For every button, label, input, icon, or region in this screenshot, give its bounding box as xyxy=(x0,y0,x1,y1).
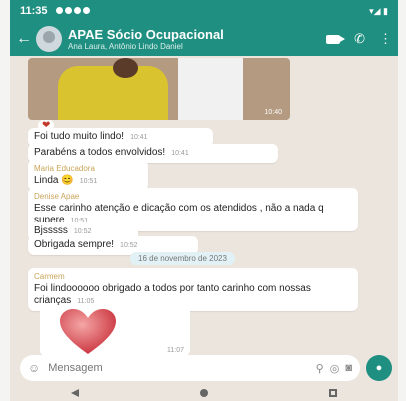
message-sender: Denise Apae xyxy=(34,192,80,201)
heart-sticker-icon xyxy=(60,309,116,354)
group-avatar[interactable] xyxy=(36,26,62,52)
message-sender: Maria Educadora xyxy=(34,164,95,173)
group-members: Ana Laura, Antônio Lindo Daniel xyxy=(68,42,183,51)
message-text: Parabéns a todos envolvidos! xyxy=(34,147,166,158)
message-time: 11:05 xyxy=(77,298,95,305)
message-text: Bjsssss xyxy=(34,225,68,236)
emoji-icon[interactable]: ☺ xyxy=(28,361,40,375)
photo-person-white xyxy=(178,58,243,120)
photo-person-yellow xyxy=(58,66,168,120)
message-composer[interactable]: ☺ ⚲ ◎ ◙ xyxy=(20,355,360,381)
nav-back-icon[interactable] xyxy=(70,388,79,397)
message-text: Foi lindoooooo obrigado a todos por tant… xyxy=(34,283,311,306)
system-nav-bar xyxy=(10,384,398,401)
date-separator: 16 de novembro de 2023 xyxy=(130,252,235,265)
message-sender: Carmem xyxy=(34,272,65,281)
sticker-message[interactable]: 11:07 xyxy=(40,306,190,356)
notification-icons xyxy=(55,5,92,17)
camera-icon[interactable]: ◙ xyxy=(345,362,352,374)
message-time: 10:52 xyxy=(73,228,92,235)
message-time: 10:41 xyxy=(171,150,189,157)
image-timestamp: 10:40 xyxy=(264,109,282,116)
message-text: Foi tudo muito lindo! xyxy=(34,131,125,142)
photo-hand xyxy=(113,58,138,78)
chat-title-block[interactable]: APAE Sócio Ocupacional Ana Laura, Antôni… xyxy=(68,27,326,51)
video-call-icon[interactable] xyxy=(326,34,346,44)
microphone-icon: ● xyxy=(375,362,383,374)
message-text: Obrigada sempre! xyxy=(34,239,115,250)
message-time: 10:41 xyxy=(130,134,148,141)
sticker-time: 11:07 xyxy=(167,347,184,354)
payment-icon[interactable]: ◎ xyxy=(330,362,340,375)
message-text: Linda 😊 xyxy=(34,175,74,186)
group-title: APAE Sócio Ocupacional xyxy=(68,27,224,42)
nav-recents-icon[interactable] xyxy=(329,388,338,397)
more-options-icon[interactable]: ⋮ xyxy=(379,31,392,47)
message-time: 10:52 xyxy=(120,242,138,249)
status-bar: 11:35 ▾◢ ▮ xyxy=(10,0,398,22)
message-bubble[interactable]: Carmem Foi lindoooooo obrigado a todos p… xyxy=(28,268,358,311)
image-message[interactable]: 10:40 xyxy=(28,58,290,120)
attach-icon[interactable]: ⚲ xyxy=(316,362,324,375)
back-arrow-icon[interactable]: ← xyxy=(16,30,32,48)
message-bubble[interactable]: Maria Educadora Linda 😊 10:51 xyxy=(28,160,148,191)
chat-area[interactable]: 10:40 ❤ Foi tudo muito lindo! 10:41 Parab… xyxy=(10,56,398,356)
message-input[interactable] xyxy=(46,361,310,375)
status-right: ▾◢ ▮ xyxy=(369,5,388,16)
microphone-button[interactable]: ● xyxy=(366,355,392,381)
chat-header[interactable]: ← APAE Sócio Ocupacional Ana Laura, Antô… xyxy=(10,22,398,56)
message-time: 10:51 xyxy=(79,178,98,185)
status-time: 11:35 xyxy=(20,5,48,17)
voice-call-icon[interactable]: ✆ xyxy=(354,31,365,47)
phone-screen: 11:35 ▾◢ ▮ ← APAE Sócio Ocupacional Ana … xyxy=(10,0,398,401)
nav-home-icon[interactable] xyxy=(199,388,208,397)
